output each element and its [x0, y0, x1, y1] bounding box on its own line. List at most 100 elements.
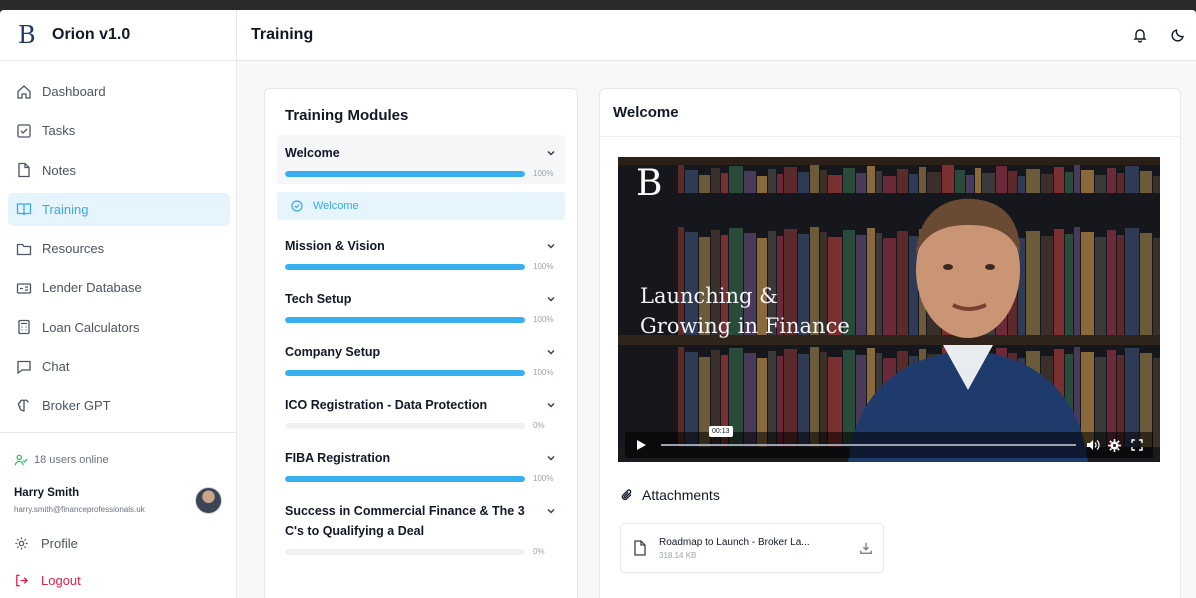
module-header[interactable]: FIBA Registration: [285, 448, 557, 468]
module-header[interactable]: Mission & Vision: [285, 236, 557, 256]
sidebar-item-loan-calculators[interactable]: Loan Calculators: [8, 311, 230, 344]
progress-percent: 0%: [533, 421, 545, 430]
attachment-item[interactable]: Roadmap to Launch - Broker La... 318.14 …: [620, 523, 884, 573]
presenter-image: [848, 198, 1088, 462]
sidebar-item-resources[interactable]: Resources: [8, 232, 230, 265]
avatar[interactable]: [195, 487, 222, 514]
paperclip-icon: [621, 489, 632, 501]
module-header[interactable]: Success in Commercial Finance & The 3 C'…: [285, 501, 557, 541]
user-card[interactable]: Harry Smith harry.smith@financeprofessio…: [14, 487, 222, 514]
chevron-down-icon[interactable]: [545, 399, 557, 411]
id-card-icon: [16, 283, 32, 294]
video-headline-line2: Growing in Finance: [640, 314, 850, 338]
topbar-actions: [1132, 27, 1186, 43]
profile-link[interactable]: Profile: [14, 536, 222, 551]
attachments-heading: Attachments: [620, 487, 720, 503]
chevron-down-icon[interactable]: [545, 505, 557, 517]
attachment-name: Roadmap to Launch - Broker La...: [659, 536, 810, 548]
module-progress: 100%: [285, 474, 557, 483]
module-header[interactable]: Welcome: [285, 143, 557, 163]
module-item: Success in Commercial Finance & The 3 C'…: [277, 493, 565, 556]
online-status: 18 users online: [14, 453, 222, 467]
chevron-down-icon[interactable]: [545, 293, 557, 305]
user-name: Harry Smith: [14, 487, 80, 499]
fullscreen-icon[interactable]: [1131, 439, 1143, 451]
progress-percent: 0%: [533, 547, 545, 556]
progress-track: [285, 422, 525, 429]
module-title: ICO Registration - Data Protection: [285, 398, 488, 412]
module-item: FIBA Registration 100%: [277, 440, 565, 483]
module-header[interactable]: Company Setup: [285, 342, 557, 362]
logout-icon: [16, 574, 29, 587]
progress-fill: [285, 475, 525, 482]
sidebar-nav: Dashboard Tasks Notes Training Resources Lend…: [0, 61, 236, 422]
module-title: Welcome: [285, 146, 340, 160]
progress-percent: 100%: [533, 315, 554, 324]
volume-icon[interactable]: [1086, 439, 1100, 451]
sidebar-item-label: Tasks: [42, 123, 76, 139]
chat-icon: [17, 360, 31, 374]
module-title: Success in Commercial Finance & The 3 C'…: [285, 504, 525, 538]
video-seek-bar[interactable]: 00:13: [661, 426, 1076, 446]
download-icon[interactable]: [859, 541, 873, 555]
modules-list: Welcome 100% Welcome Mission & Vision 100% Te…: [277, 135, 565, 556]
chevron-down-icon[interactable]: [545, 452, 557, 464]
module-header[interactable]: Tech Setup: [285, 289, 557, 309]
page-title: Training: [251, 26, 314, 43]
sidebar-item-notes[interactable]: Notes: [8, 154, 230, 187]
module-title: Tech Setup: [285, 292, 352, 306]
progress-track: [285, 369, 525, 376]
settings-icon[interactable]: [1108, 438, 1121, 452]
logout-label: Logout: [41, 573, 81, 588]
document-icon: [634, 540, 646, 556]
module-title: Company Setup: [285, 345, 381, 359]
progress-percent: 100%: [533, 474, 554, 483]
sidebar-item-lender-database[interactable]: Lender Database: [8, 271, 230, 304]
module-progress: 0%: [285, 547, 557, 556]
module-progress: 0%: [285, 421, 557, 430]
training-modules-panel: Training Modules Welcome 100% Welcome Missi…: [264, 88, 578, 598]
sidebar-item-training[interactable]: Training: [8, 192, 230, 226]
sidebar-item-label: Lender Database: [42, 280, 142, 296]
module-progress: 100%: [285, 169, 557, 178]
progress-fill: [285, 316, 525, 323]
profile-label: Profile: [41, 536, 78, 551]
module-header[interactable]: ICO Registration - Data Protection: [285, 395, 557, 415]
progress-fill: [285, 170, 525, 177]
calculator-icon: [18, 320, 30, 335]
modules-title: Training Modules: [285, 107, 409, 124]
folder-icon: [16, 243, 32, 255]
sidebar-item-broker-gpt[interactable]: Broker GPT: [8, 389, 230, 422]
progress-track: [285, 316, 525, 323]
sidebar-footer: 18 users online Harry Smith harry.smith@…: [0, 432, 236, 588]
sidebar-item-chat[interactable]: Chat: [8, 350, 230, 383]
brain-icon: [17, 399, 29, 412]
check-circle-icon: [291, 200, 303, 212]
bell-icon[interactable]: [1132, 27, 1148, 43]
video-player[interactable]: B Launching & Growing in Finance 00:13: [618, 157, 1160, 462]
video-controls: 00:13: [625, 426, 1153, 458]
sidebar-item-tasks[interactable]: Tasks: [8, 114, 230, 147]
sidebar: B Orion v1.0 Dashboard Tasks Notes Training…: [0, 10, 237, 598]
sidebar-item-label: Loan Calculators: [42, 319, 140, 335]
chevron-down-icon[interactable]: [545, 147, 557, 159]
theme-toggle-icon[interactable]: [1170, 27, 1186, 43]
sidebar-item-label: Dashboard: [42, 84, 106, 99]
chevron-down-icon[interactable]: [545, 346, 557, 358]
lesson-panel: Welcome B Launching & Growing in Finance…: [599, 88, 1181, 598]
progress-fill: [285, 263, 525, 270]
module-title: FIBA Registration: [285, 451, 391, 465]
lesson-item[interactable]: Welcome: [277, 192, 565, 220]
module-item: Company Setup 100%: [277, 334, 565, 377]
attachments-title: Attachments: [642, 487, 720, 503]
video-headline: Launching & Growing in Finance: [640, 281, 850, 341]
brand[interactable]: B Orion v1.0: [0, 10, 236, 61]
logout-link[interactable]: Logout: [14, 573, 222, 588]
app-title: Orion v1.0: [52, 26, 131, 43]
chevron-down-icon[interactable]: [545, 240, 557, 252]
topbar: Training: [237, 10, 1196, 61]
sidebar-item-dashboard[interactable]: Dashboard: [8, 75, 230, 108]
play-icon[interactable]: [635, 439, 647, 451]
video-time: 00:13: [709, 426, 733, 437]
module-item: Welcome 100%: [277, 135, 565, 184]
